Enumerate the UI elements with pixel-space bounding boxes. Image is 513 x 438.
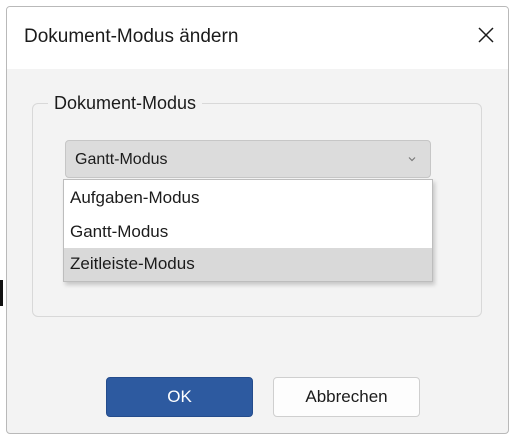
dropdown-item-gantt-modus[interactable]: Gantt-Modus [64, 216, 432, 249]
dialog-titlebar: Dokument-Modus ändern [7, 7, 508, 69]
document-mode-group-label: Dokument-Modus [48, 93, 203, 114]
chevron-down-icon [408, 157, 416, 162]
dropdown-item-zeitleiste-modus[interactable]: Zeitleiste-Modus [64, 248, 432, 281]
dropdown-item-label: Zeitleiste-Modus [70, 254, 195, 273]
ok-button[interactable]: OK [106, 377, 253, 417]
document-mode-dropdown-list: Aufgaben-Modus Gantt-Modus Zeitleiste-Mo… [63, 179, 433, 282]
dropdown-item-label: Gantt-Modus [70, 222, 169, 241]
background-edge-fragment [0, 280, 3, 306]
dropdown-item-aufgaben-modus[interactable]: Aufgaben-Modus [64, 182, 432, 215]
cancel-button[interactable]: Abbrechen [273, 377, 420, 417]
close-icon [478, 27, 494, 43]
dialog-title: Dokument-Modus ändern [24, 26, 239, 47]
document-mode-combobox[interactable]: Gantt-Modus [65, 140, 431, 178]
dropdown-item-label: Aufgaben-Modus [70, 188, 200, 207]
combobox-selected-value: Gantt-Modus [75, 151, 168, 168]
change-document-mode-dialog: Dokument-Modus ändern Dokument-Modus Gan… [6, 6, 509, 434]
close-button[interactable] [470, 19, 502, 51]
